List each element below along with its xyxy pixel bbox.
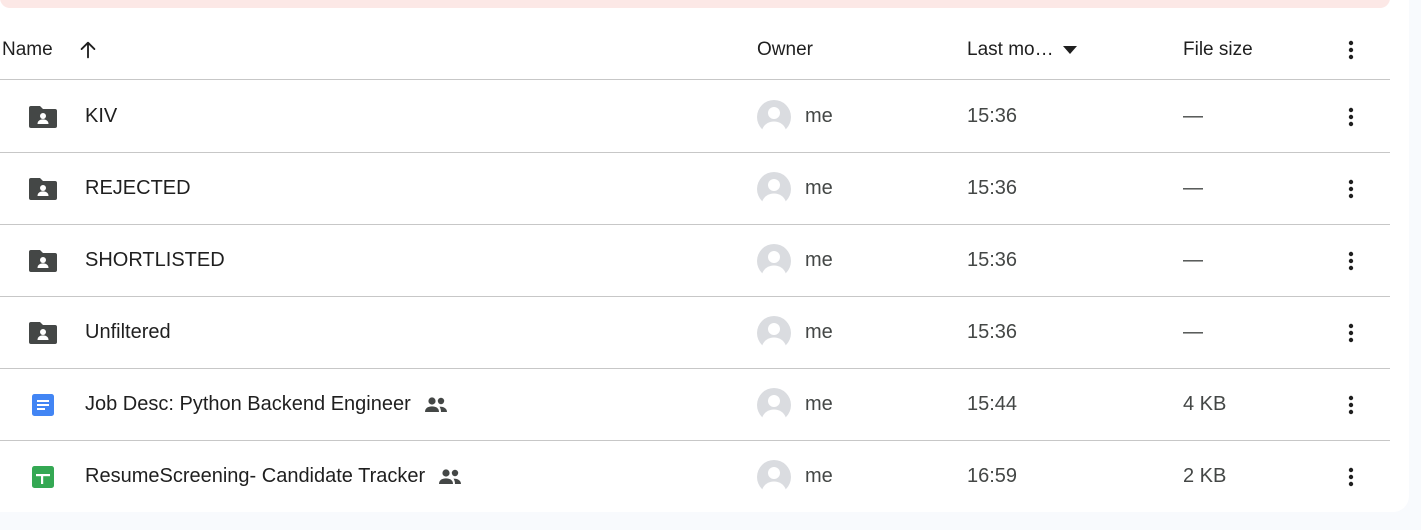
file-row[interactable]: KIV me 15:36 —: [0, 81, 1390, 153]
owner-cell: me: [757, 369, 833, 440]
last-modified-value: 15:36: [967, 177, 1018, 199]
file-name-cell[interactable]: Unfiltered: [85, 297, 171, 368]
avatar: [757, 99, 791, 134]
file-name-cell[interactable]: ResumeScreening- Candidate Tracker: [85, 441, 463, 512]
file-list-panel: Name Owner Last mo… File size KIV me 15:…: [0, 0, 1409, 512]
shared-folder-icon: [26, 225, 60, 296]
owner-cell: me: [757, 225, 833, 296]
file-name: Unfiltered: [85, 321, 171, 343]
owner-name: me: [805, 321, 833, 343]
file-size-value: —: [1183, 249, 1203, 271]
file-row[interactable]: Unfiltered me 15:36 —: [0, 297, 1390, 369]
last-modified-value: 15:36: [967, 321, 1018, 343]
file-row[interactable]: REJECTED me 15:36 —: [0, 153, 1390, 225]
file-size-value: —: [1183, 321, 1203, 343]
file-name-cell[interactable]: KIV: [85, 81, 117, 152]
more-actions-button[interactable]: [1336, 153, 1366, 224]
last-modified-value: 16:59: [967, 465, 1018, 487]
owner-name: me: [805, 465, 833, 487]
google-docs-icon: [26, 369, 60, 440]
last-modified-value: 15:36: [967, 105, 1018, 127]
avatar: [757, 171, 791, 206]
file-name-cell[interactable]: SHORTLISTED: [85, 225, 225, 296]
owner-column-header[interactable]: Owner: [757, 22, 813, 78]
more-vert-icon: [1348, 107, 1354, 127]
file-name-cell[interactable]: REJECTED: [85, 153, 191, 224]
owner-cell: me: [757, 297, 833, 368]
owner-cell: me: [757, 153, 833, 224]
file-row[interactable]: SHORTLISTED me 15:36 —: [0, 225, 1390, 297]
file-size-value: —: [1183, 105, 1203, 127]
avatar: [757, 315, 791, 350]
file-size-value: —: [1183, 177, 1203, 199]
notice-banner: [0, 0, 1390, 8]
file-row[interactable]: ResumeScreening- Candidate Tracker me 16…: [0, 441, 1390, 512]
owner-cell: me: [757, 81, 833, 152]
owner-name: me: [805, 105, 833, 127]
avatar: [757, 243, 791, 278]
last-modified-label: Last mo…: [967, 39, 1054, 60]
more-actions-button[interactable]: [1336, 81, 1366, 152]
file-name: ResumeScreening- Candidate Tracker: [85, 465, 426, 487]
more-actions-button[interactable]: [1336, 441, 1366, 512]
more-actions-button[interactable]: [1336, 297, 1366, 368]
owner-name: me: [805, 177, 833, 199]
file-size-column-header[interactable]: File size: [1183, 22, 1253, 78]
more-actions-button[interactable]: [1336, 225, 1366, 296]
file-size-value: 4 KB: [1183, 393, 1227, 415]
shared-folder-icon: [26, 297, 60, 368]
shared-people-icon: [423, 396, 449, 414]
avatar: [757, 459, 791, 494]
file-name-cell[interactable]: Job Desc: Python Backend Engineer: [85, 369, 449, 440]
file-size-value: 2 KB: [1183, 465, 1227, 487]
file-list-header: Name Owner Last mo… File size: [0, 22, 1390, 80]
file-name: REJECTED: [85, 177, 191, 199]
owner-name: me: [805, 249, 833, 271]
more-vert-icon: [1348, 40, 1354, 60]
scrollbar[interactable]: [1409, 0, 1421, 512]
file-row[interactable]: Job Desc: Python Backend Engineer me 15:…: [0, 369, 1390, 441]
more-vert-icon: [1348, 179, 1354, 199]
shared-folder-icon: [26, 153, 60, 224]
owner-cell: me: [757, 441, 833, 512]
sort-by-name-button[interactable]: Name: [2, 22, 99, 78]
more-actions-button[interactable]: [1336, 369, 1366, 440]
file-name: Job Desc: Python Backend Engineer: [85, 393, 411, 415]
shared-people-icon: [437, 468, 463, 486]
more-vert-icon: [1348, 395, 1354, 415]
more-vert-icon: [1348, 323, 1354, 343]
caret-down-icon: [1062, 45, 1078, 55]
shared-folder-icon: [26, 81, 60, 152]
name-column-header: Name: [2, 39, 53, 60]
file-name: KIV: [85, 105, 118, 127]
last-modified-value: 15:44: [967, 393, 1018, 415]
more-vert-icon: [1348, 251, 1354, 271]
last-modified-value: 15:36: [967, 249, 1018, 271]
file-name: SHORTLISTED: [85, 249, 225, 271]
last-modified-column-header[interactable]: Last mo…: [967, 22, 1078, 78]
column-options-button[interactable]: [1336, 22, 1366, 78]
google-sheets-icon: [26, 441, 60, 512]
avatar: [757, 387, 791, 422]
owner-name: me: [805, 393, 833, 415]
more-vert-icon: [1348, 467, 1354, 487]
arrow-up-icon[interactable]: [77, 39, 99, 61]
